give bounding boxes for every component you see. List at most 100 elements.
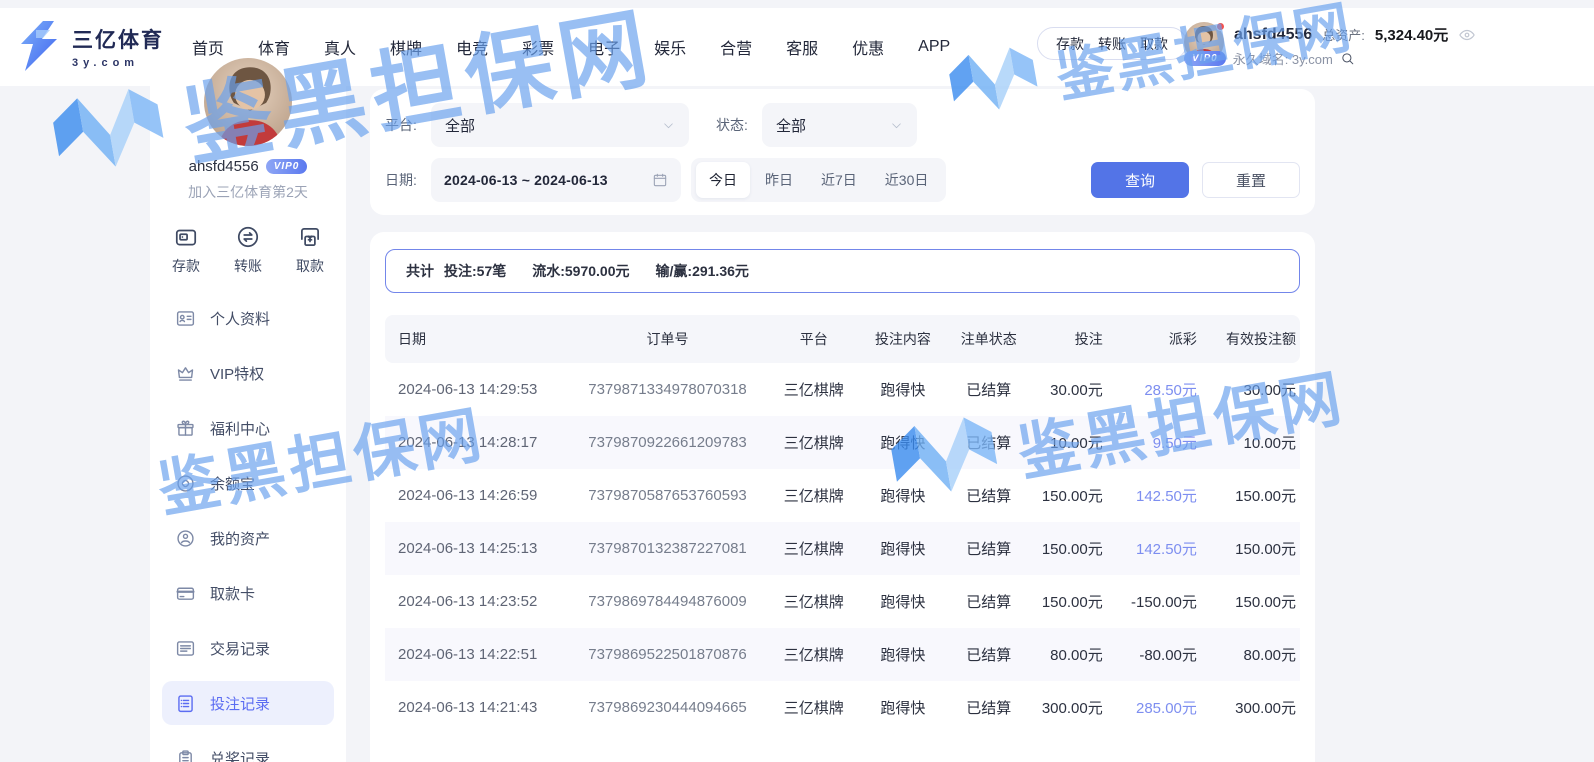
cell-valid: 80.00元 bbox=[1201, 644, 1300, 665]
chevron-down-icon bbox=[890, 119, 903, 132]
cell-valid: 150.00元 bbox=[1201, 591, 1300, 612]
nav-item-chess[interactable]: 棋牌 bbox=[390, 35, 422, 59]
date-range-value: 2024-06-13 ~ 2024-06-13 bbox=[444, 172, 608, 188]
nav-item-slots[interactable]: 电子 bbox=[588, 35, 620, 59]
cell-status: 已结算 bbox=[945, 697, 1032, 718]
transfer-link[interactable]: 转账 bbox=[1098, 34, 1126, 54]
withdraw-link[interactable]: 取款 bbox=[1140, 34, 1168, 54]
chevron-down-icon bbox=[662, 119, 675, 132]
sidebar-item-yuebao[interactable]: 余额宝 bbox=[162, 461, 334, 505]
cell-bet: 10.00元 bbox=[1032, 432, 1106, 453]
site-logo[interactable]: 三亿体育 3y.com bbox=[16, 20, 164, 72]
cell-order: 7379871334978070318 bbox=[568, 381, 766, 398]
sidebar-item-redeem-records[interactable]: 兑奖记录 bbox=[162, 736, 334, 762]
sidebar-menu: 个人资料 VIP特权 福利中心 余额宝 我的资产 取款卡 交易记录 投注记录 bbox=[150, 296, 346, 762]
sidebar-item-assets[interactable]: 我的资产 bbox=[162, 516, 334, 560]
reset-button[interactable]: 重置 bbox=[1202, 162, 1300, 198]
sidebar-item-transactions[interactable]: 交易记录 bbox=[162, 626, 334, 670]
sidebar-item-welfare[interactable]: 福利中心 bbox=[162, 406, 334, 450]
deposit-link[interactable]: 存款 bbox=[1056, 34, 1084, 54]
nav-item-home[interactable]: 首页 bbox=[192, 35, 224, 59]
quick-action-transfer[interactable]: 转账 bbox=[234, 224, 262, 276]
col-valid: 有效投注额 bbox=[1201, 329, 1300, 349]
range-7days-button[interactable]: 近7日 bbox=[808, 162, 870, 198]
date-label: 日期: bbox=[385, 170, 431, 190]
cell-payout: 142.50元 bbox=[1107, 485, 1201, 506]
platform-value: 全部 bbox=[445, 115, 475, 136]
wallet-actions-pill: 存款 转账 取款 bbox=[1037, 27, 1187, 60]
cell-order: 7379869784494876009 bbox=[568, 593, 766, 610]
nav-item-partner[interactable]: 合营 bbox=[720, 35, 752, 59]
nav-item-entertainment[interactable]: 娱乐 bbox=[654, 35, 686, 59]
quick-action-label: 存款 bbox=[172, 256, 200, 276]
date-range-input[interactable]: 2024-06-13 ~ 2024-06-13 bbox=[431, 158, 681, 202]
quick-action-label: 取款 bbox=[296, 256, 324, 276]
range-yesterday-button[interactable]: 昨日 bbox=[752, 162, 806, 198]
col-bet: 投注 bbox=[1032, 329, 1106, 349]
sidebar-item-profile[interactable]: 个人资料 bbox=[162, 296, 334, 340]
sidebar-item-label: 我的资产 bbox=[210, 528, 270, 549]
cell-date: 2024-06-13 14:21:43 bbox=[385, 699, 568, 716]
cell-status: 已结算 bbox=[945, 591, 1032, 612]
cell-bet: 30.00元 bbox=[1032, 379, 1106, 400]
calendar-icon[interactable] bbox=[652, 172, 668, 188]
range-30days-button[interactable]: 近30日 bbox=[872, 162, 942, 198]
vip-badge: VIP0 bbox=[1184, 51, 1226, 66]
cell-platform: 三亿棋牌 bbox=[767, 432, 861, 453]
range-today-button[interactable]: 今日 bbox=[696, 162, 750, 198]
logo-title: 三亿体育 bbox=[72, 24, 164, 54]
assets-value: 5,324.40元 bbox=[1375, 24, 1448, 45]
cell-bet: 80.00元 bbox=[1032, 644, 1106, 665]
sidebar-item-label: 投注记录 bbox=[210, 693, 270, 714]
nav-item-lottery[interactable]: 彩票 bbox=[522, 35, 554, 59]
table-row: 2024-06-13 14:25:13 7379870132387227081 … bbox=[385, 522, 1300, 575]
sidebar-item-bet-records[interactable]: 投注记录 bbox=[162, 681, 334, 725]
sidebar-item-label: 余额宝 bbox=[210, 473, 255, 494]
cell-payout: 28.50元 bbox=[1107, 379, 1201, 400]
gift-icon bbox=[175, 418, 196, 439]
nav-item-esports[interactable]: 电竞 bbox=[456, 35, 488, 59]
col-order: 订单号 bbox=[568, 329, 766, 349]
status-value: 全部 bbox=[776, 115, 806, 136]
cell-status: 已结算 bbox=[945, 379, 1032, 400]
sidebar-item-label: 兑奖记录 bbox=[210, 748, 270, 762]
sidebar-item-withdraw-card[interactable]: 取款卡 bbox=[162, 571, 334, 615]
cell-order: 7379870922661209783 bbox=[568, 434, 766, 451]
cell-order: 7379869230444094665 bbox=[568, 699, 766, 716]
wallet-icon bbox=[173, 224, 199, 250]
status-select[interactable]: 全部 bbox=[762, 103, 917, 147]
cell-valid: 300.00元 bbox=[1201, 697, 1300, 718]
cell-valid: 150.00元 bbox=[1201, 485, 1300, 506]
quick-action-deposit[interactable]: 存款 bbox=[172, 224, 200, 276]
search-button[interactable]: 查询 bbox=[1091, 162, 1189, 198]
nav-item-service[interactable]: 客服 bbox=[786, 35, 818, 59]
profile-avatar[interactable] bbox=[202, 56, 294, 148]
cell-date: 2024-06-13 14:26:59 bbox=[385, 487, 568, 504]
sidebar-item-vip[interactable]: VIP特权 bbox=[162, 351, 334, 395]
summary-turnover: 流水:5970.00元 bbox=[532, 261, 629, 281]
cell-content: 跑得快 bbox=[861, 379, 945, 400]
quick-action-withdraw[interactable]: 取款 bbox=[296, 224, 324, 276]
cell-bet: 300.00元 bbox=[1032, 697, 1106, 718]
transactions-icon bbox=[175, 638, 196, 659]
nav-item-app[interactable]: APP bbox=[918, 38, 950, 56]
platform-select[interactable]: 全部 bbox=[431, 103, 689, 147]
cell-platform: 三亿棋牌 bbox=[767, 379, 861, 400]
permanent-domain: 永久域名: 3y.com bbox=[1233, 49, 1333, 68]
sidebar-item-label: 交易记录 bbox=[210, 638, 270, 659]
logo-domain: 3y.com bbox=[72, 57, 164, 69]
search-icon[interactable] bbox=[1340, 51, 1355, 66]
summary-bets: 投注:57笔 bbox=[444, 261, 506, 281]
nav-item-live[interactable]: 真人 bbox=[324, 35, 356, 59]
table-row: 2024-06-13 14:22:51 7379869522501870876 … bbox=[385, 628, 1300, 681]
nav-item-promo[interactable]: 优惠 bbox=[852, 35, 884, 59]
cell-date: 2024-06-13 14:25:13 bbox=[385, 540, 568, 557]
eye-icon[interactable] bbox=[1458, 26, 1476, 44]
cell-payout: 9.50元 bbox=[1107, 432, 1201, 453]
nav-item-sports[interactable]: 体育 bbox=[258, 35, 290, 59]
col-platform: 平台 bbox=[767, 329, 861, 349]
cell-content: 跑得快 bbox=[861, 644, 945, 665]
sidebar-item-label: 取款卡 bbox=[210, 583, 255, 604]
user-info: ahsfd4556 总资产: 5,324.40元 VIP0 永久域名: 3y.c… bbox=[1184, 24, 1544, 68]
table-header: 日期 订单号 平台 投注内容 注单状态 投注 派彩 有效投注额 bbox=[385, 315, 1300, 363]
